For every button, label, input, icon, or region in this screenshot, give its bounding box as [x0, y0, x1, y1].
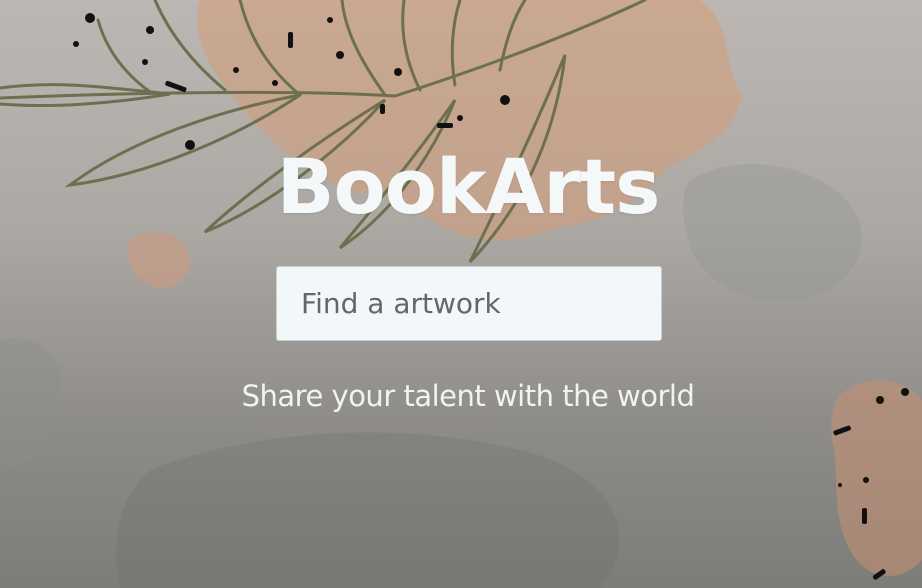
tagline: Share your talent with the world: [241, 379, 695, 413]
site-title: BookArts: [276, 142, 661, 231]
search-input[interactable]: [276, 266, 662, 341]
hero-section: BookArts Share your talent with the worl…: [0, 0, 922, 588]
